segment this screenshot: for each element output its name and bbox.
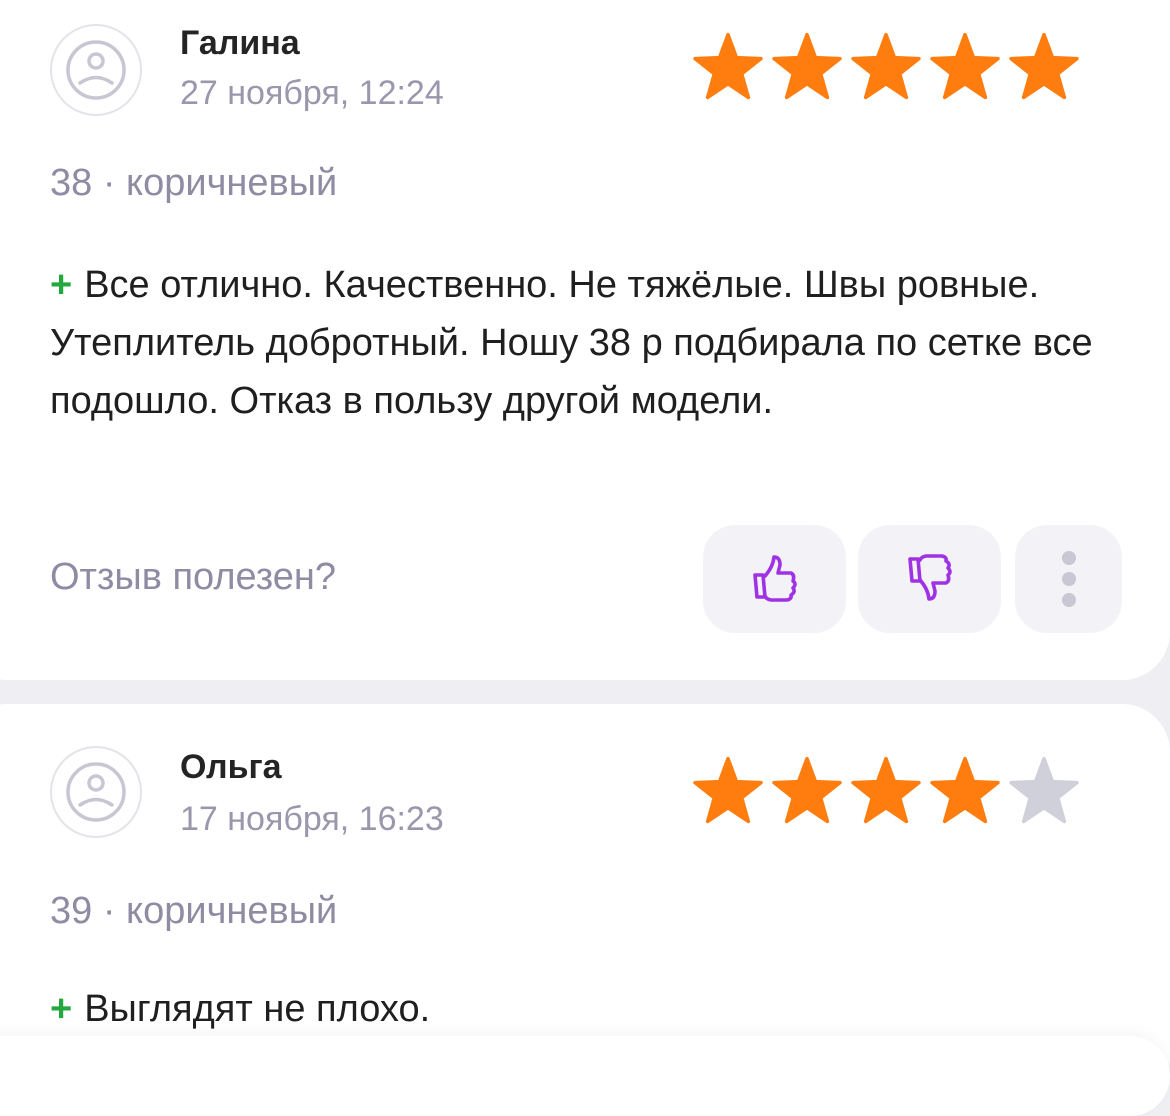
review-author: Галина [180,24,300,62]
star-filled-icon [771,756,843,828]
review-author: Ольга [180,748,282,786]
review-date: 27 ноября, 12:24 [180,74,444,112]
review-text: Выглядят не плохо. [84,988,431,1030]
star-filled-icon [692,32,764,104]
rating-stars [692,756,1080,828]
star-filled-icon [692,756,764,828]
star-filled-icon [929,32,1001,104]
review-card-next [0,1036,1170,1116]
star-filled-icon [850,756,922,828]
review-date: 17 ноября, 16:23 [180,800,444,838]
helpful-question: Отзыв полезен? [50,556,337,598]
avatar-placeholder-icon [50,746,142,838]
review-body: + Выглядят не плохо. [50,980,1110,1038]
more-vertical-icon [1061,551,1076,607]
rating-stars [692,32,1080,104]
review-text: Все отлично. Качественно. Не тяжёлые. Шв… [50,264,1093,422]
like-button[interactable] [703,525,846,633]
review-card: Галина 27 ноября, 12:24 38 · коричневый … [0,0,1170,680]
star-filled-icon [771,32,843,104]
plus-sign: + [50,264,73,306]
star-filled-icon [850,32,922,104]
thumbs-down-icon [907,554,952,601]
avatar-placeholder-icon [50,24,142,116]
thumbs-up-icon [752,555,797,602]
review-variant: 39 · коричневый [50,890,338,932]
star-empty-icon [1008,756,1080,828]
review-body: + Все отлично. Качественно. Не тяжёлые. Ш… [50,256,1110,430]
plus-sign: + [50,988,73,1030]
star-filled-icon [1008,32,1080,104]
more-options-button[interactable] [1015,525,1122,633]
star-filled-icon [929,756,1001,828]
dislike-button[interactable] [858,525,1001,633]
review-variant: 38 · коричневый [50,162,338,204]
